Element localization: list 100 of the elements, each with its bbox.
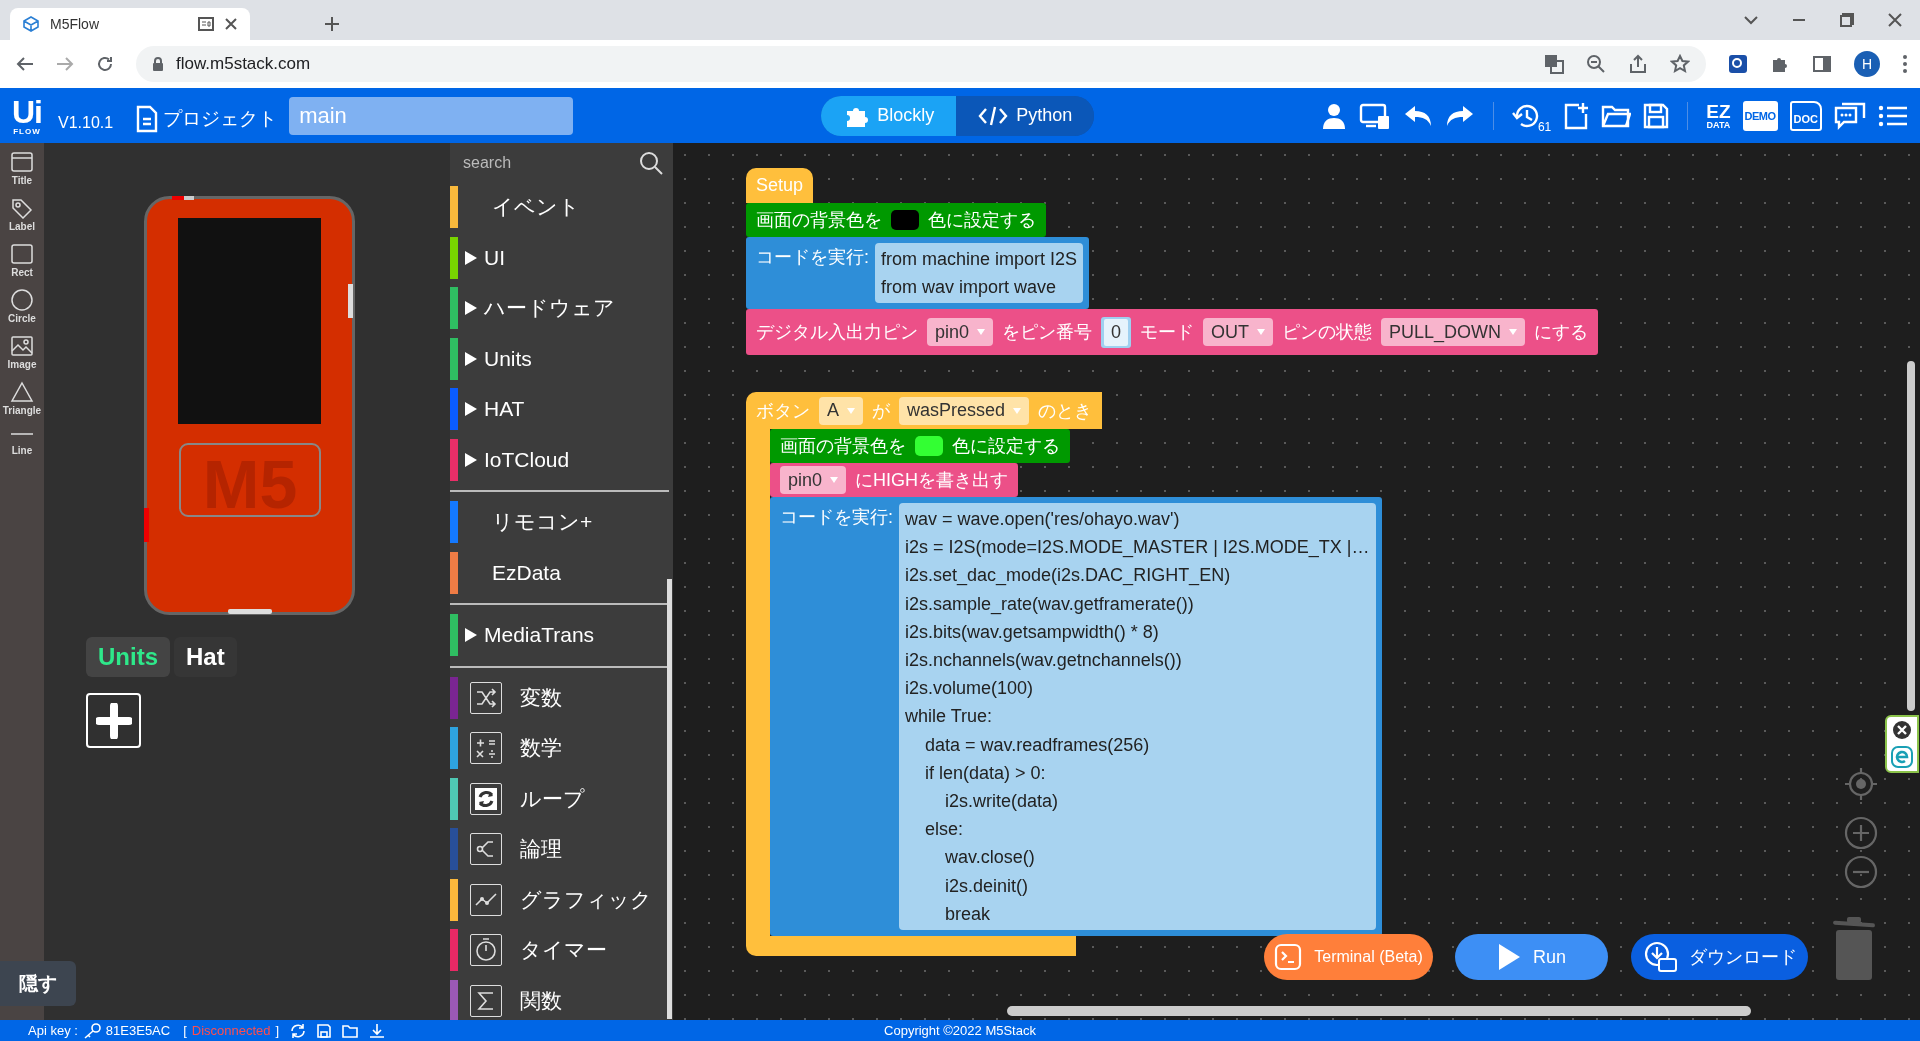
tool-button[interactable]: Circle bbox=[8, 285, 36, 327]
expand-arrow-icon[interactable] bbox=[464, 627, 478, 644]
expand-arrow-icon[interactable] bbox=[464, 249, 478, 266]
event-block[interactable]: ボタン A が wasPressed のとき bbox=[746, 392, 1103, 429]
recenter-icon[interactable] bbox=[1844, 767, 1878, 801]
save-icon[interactable] bbox=[1643, 102, 1670, 129]
side-panel-icon[interactable] bbox=[1812, 54, 1832, 74]
category-item[interactable]: MediaTrans bbox=[484, 623, 595, 648]
device-tab[interactable]: Hat bbox=[174, 637, 237, 677]
category-item[interactable]: ハードウェア bbox=[484, 294, 615, 323]
zoom-icon[interactable] bbox=[1586, 54, 1606, 74]
side-widget[interactable] bbox=[1885, 715, 1919, 773]
tool-button[interactable]: Triangle bbox=[2, 377, 42, 419]
statement-block[interactable]: 画面の背景色を 色に設定する bbox=[746, 203, 1046, 237]
code-box[interactable] bbox=[899, 503, 1376, 931]
close-icon[interactable] bbox=[1888, 13, 1902, 27]
tool-button[interactable]: Line bbox=[11, 423, 33, 465]
dropdown[interactable]: pin0 bbox=[780, 466, 847, 494]
back-icon[interactable] bbox=[16, 55, 34, 73]
search-icon[interactable] bbox=[639, 150, 663, 175]
new-file-icon[interactable] bbox=[1563, 101, 1590, 130]
reload-icon[interactable] bbox=[96, 55, 114, 73]
color-swatch[interactable] bbox=[891, 210, 919, 230]
caret-icon[interactable] bbox=[1744, 15, 1758, 25]
bracket: ] bbox=[275, 1023, 280, 1038]
device-tab[interactable]: Units bbox=[86, 637, 170, 677]
download-button[interactable]: ダウンロード bbox=[1631, 934, 1808, 980]
edge-icon[interactable] bbox=[1891, 746, 1913, 768]
address-bar[interactable]: flow.m5stack.com bbox=[136, 46, 1706, 82]
add-button[interactable] bbox=[86, 693, 141, 748]
zoom-in-icon[interactable] bbox=[1844, 816, 1878, 850]
category-item[interactable]: EzData bbox=[492, 560, 561, 585]
save-icon[interactable] bbox=[317, 1023, 332, 1038]
star-icon[interactable] bbox=[1670, 54, 1690, 74]
key-icon bbox=[82, 1022, 101, 1039]
chat-icon[interactable] bbox=[1834, 101, 1866, 130]
category-item[interactable]: UI bbox=[484, 245, 505, 270]
scrollbar[interactable] bbox=[1907, 361, 1915, 711]
statement-block[interactable]: pin0 にHIGHを書き出す bbox=[770, 463, 1019, 497]
code-line: i2s.deinit() bbox=[944, 874, 1030, 898]
share-icon[interactable] bbox=[1628, 54, 1648, 74]
code-block[interactable] bbox=[770, 497, 1382, 937]
close-icon[interactable] bbox=[1892, 720, 1912, 740]
extension-icon[interactable] bbox=[1728, 54, 1748, 74]
expand-arrow-icon[interactable] bbox=[464, 451, 478, 468]
expand-arrow-icon[interactable] bbox=[464, 350, 478, 367]
category-item[interactable]: IoTCloud bbox=[484, 447, 570, 472]
code-box[interactable]: from machine import I2S from wav import wave bbox=[875, 243, 1084, 304]
hide-button[interactable]: 隠す bbox=[0, 961, 76, 1006]
sync-icon[interactable] bbox=[290, 1022, 307, 1039]
category-item[interactable]: Units bbox=[484, 346, 532, 371]
download-icon[interactable] bbox=[369, 1022, 386, 1039]
tool-button[interactable]: Title bbox=[10, 147, 34, 189]
category-item[interactable]: HAT bbox=[484, 397, 525, 422]
project-button[interactable]: プロジェクト bbox=[135, 98, 278, 133]
redo-icon[interactable] bbox=[1444, 103, 1475, 128]
scrollbar[interactable] bbox=[667, 579, 672, 1019]
statement-block[interactable]: 画面の背景色を 色に設定する bbox=[770, 429, 1070, 463]
device-icon[interactable] bbox=[1358, 101, 1391, 130]
dropdown[interactable]: OUT bbox=[1203, 318, 1274, 347]
expand-arrow-icon[interactable] bbox=[464, 300, 478, 317]
category-item[interactable]: リモコン+ bbox=[492, 508, 593, 537]
restore-icon[interactable] bbox=[1840, 13, 1854, 27]
user-icon[interactable] bbox=[1320, 101, 1347, 130]
browser-tab[interactable]: M5Flow bbox=[10, 8, 250, 40]
close-icon[interactable] bbox=[224, 17, 238, 31]
profile-avatar[interactable]: H bbox=[1854, 51, 1880, 77]
tool-button[interactable]: Image bbox=[7, 331, 37, 373]
demo-button[interactable]: DEMO bbox=[1742, 100, 1778, 131]
new-tab-icon[interactable] bbox=[324, 16, 340, 32]
color-swatch[interactable] bbox=[915, 436, 943, 456]
logic-icon bbox=[470, 833, 502, 866]
category-item[interactable]: 数学 bbox=[520, 734, 562, 763]
ezdata-button[interactable]: EZ DATA bbox=[1706, 101, 1731, 130]
scrollbar[interactable] bbox=[1007, 1006, 1751, 1016]
tool-button[interactable]: Label bbox=[8, 193, 36, 235]
category-item[interactable]: グラフィック bbox=[520, 885, 652, 914]
more-icon[interactable] bbox=[1902, 54, 1908, 74]
category-item[interactable]: イベント bbox=[492, 193, 580, 222]
category-item[interactable]: 変数 bbox=[520, 683, 562, 712]
folder-icon[interactable] bbox=[342, 1023, 359, 1038]
dropdown[interactable]: pin0 bbox=[927, 318, 994, 347]
category-item[interactable]: タイマー bbox=[520, 936, 607, 965]
number-field[interactable]: 0 bbox=[1101, 316, 1132, 348]
doc-button[interactable]: DOC bbox=[1789, 100, 1822, 131]
zoom-out-icon[interactable] bbox=[1844, 855, 1878, 889]
translate-icon[interactable] bbox=[1544, 54, 1564, 74]
dropdown[interactable]: PULL_DOWN bbox=[1381, 318, 1526, 347]
statement-block[interactable]: デジタル入出力ピン pin0 をピン番号 0 モード OUT ピンの状態 PULL_DOWN にする bbox=[746, 309, 1599, 356]
category-item[interactable]: 関数 bbox=[520, 986, 562, 1015]
dropdown[interactable]: wasPressed bbox=[899, 396, 1030, 425]
tool-button[interactable]: Rect bbox=[10, 239, 34, 281]
rectangle-icon bbox=[10, 242, 34, 265]
expand-arrow-icon[interactable] bbox=[464, 401, 478, 418]
code-block[interactable]: コードを実行: from machine import I2S from wav import wave bbox=[746, 237, 1090, 310]
category-item[interactable]: ループ bbox=[520, 784, 585, 813]
search-field[interactable]: search bbox=[461, 152, 625, 173]
dropdown[interactable]: A bbox=[819, 396, 863, 425]
category-item[interactable]: 論理 bbox=[520, 835, 562, 864]
menu-icon[interactable] bbox=[1878, 103, 1908, 128]
